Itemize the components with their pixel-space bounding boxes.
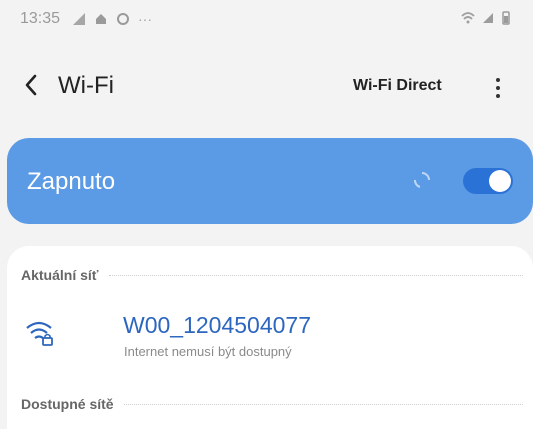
notification-icon bbox=[116, 12, 130, 26]
status-left-icons: ··· bbox=[72, 11, 152, 27]
signal-icon bbox=[72, 12, 86, 26]
wifi-lock-icon bbox=[26, 321, 53, 346]
available-networks-title: Dostupné sítě bbox=[21, 396, 114, 412]
wifi-direct-link[interactable]: Wi-Fi Direct bbox=[353, 77, 442, 95]
top-app-bar: Wi-Fi Wi-Fi Direct bbox=[0, 62, 533, 112]
section-divider bbox=[123, 403, 523, 405]
more-options-button[interactable] bbox=[488, 74, 508, 102]
wifi-master-toggle-row[interactable]: Zapnuto bbox=[7, 138, 533, 224]
home-icon bbox=[94, 12, 108, 26]
toggle-knob bbox=[489, 170, 511, 192]
wifi-toggle-label: Zapnuto bbox=[27, 168, 116, 195]
current-network-status: Internet nemusí být dostupný bbox=[124, 344, 292, 359]
cellular-icon bbox=[481, 11, 495, 25]
more-vertical-icon bbox=[496, 78, 500, 82]
current-network-title: Aktuální síť bbox=[21, 267, 99, 283]
section-divider bbox=[108, 274, 523, 276]
status-right-icons bbox=[461, 11, 515, 25]
current-network-item[interactable]: W00_1204504077 Internet nemusí být dostu… bbox=[7, 304, 533, 362]
back-button[interactable] bbox=[20, 70, 42, 100]
network-list-card: Aktuální síť W00_1204504077 Internet nem… bbox=[7, 246, 533, 429]
status-time: 13:35 bbox=[20, 10, 61, 27]
wifi-settings-screen: 13:35 ··· Wi-Fi Wi-Fi Direct Zapnuto Akt… bbox=[0, 0, 533, 429]
spinner-icon bbox=[414, 172, 430, 188]
wifi-status-icon bbox=[461, 11, 475, 25]
battery-icon bbox=[501, 11, 515, 25]
current-network-section-header: Aktuální síť bbox=[21, 267, 523, 283]
current-network-name: W00_1204504077 bbox=[123, 312, 311, 338]
status-bar: 13:35 ··· bbox=[0, 0, 533, 38]
wifi-toggle-switch[interactable] bbox=[463, 168, 513, 194]
more-status-icon: ··· bbox=[138, 11, 152, 27]
chevron-left-icon bbox=[25, 74, 37, 96]
available-networks-section-header: Dostupné sítě bbox=[21, 396, 523, 412]
page-title: Wi-Fi bbox=[58, 72, 114, 99]
